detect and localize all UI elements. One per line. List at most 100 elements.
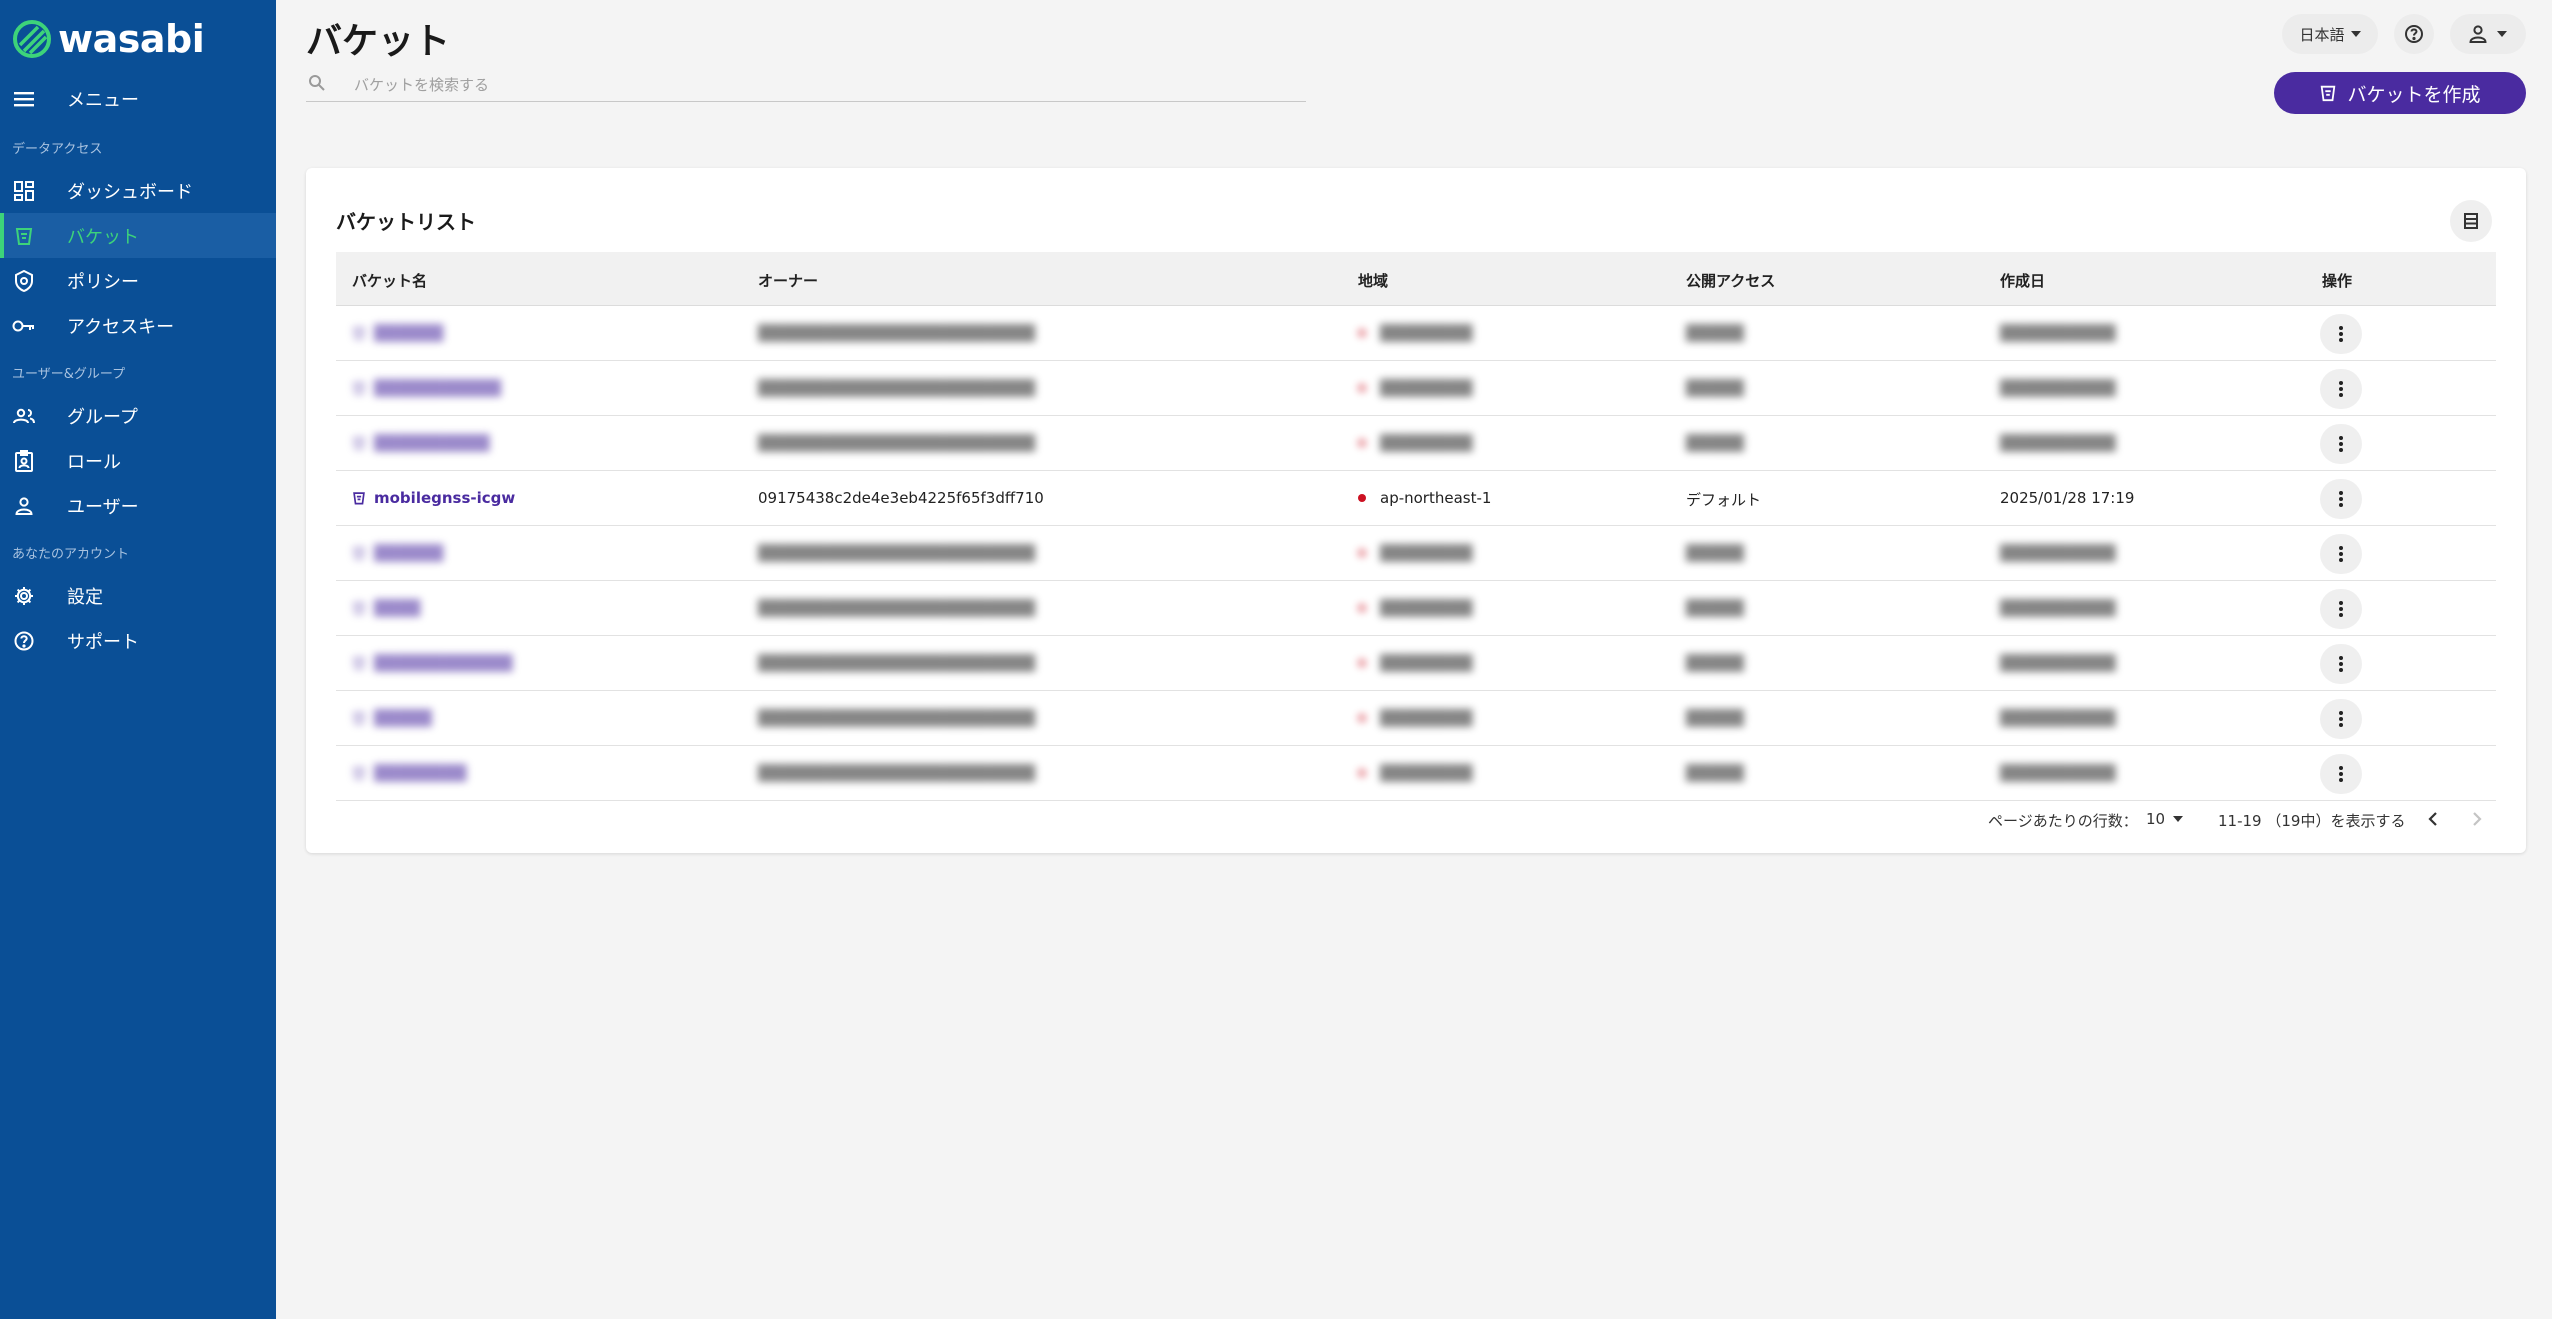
region-cell: ████████ bbox=[1358, 654, 1472, 672]
column-header-region[interactable]: 地域 bbox=[1358, 270, 1388, 291]
sidebar-item-groups[interactable]: グループ bbox=[0, 393, 276, 438]
more-vertical-icon bbox=[2339, 546, 2343, 562]
wasabi-logo[interactable]: wasabi bbox=[12, 16, 205, 62]
sidebar-item-support[interactable]: サポート bbox=[0, 618, 276, 663]
region-name: ████████ bbox=[1380, 544, 1473, 562]
region-flag-dot bbox=[1358, 329, 1366, 337]
more-vertical-icon bbox=[2339, 656, 2343, 672]
previous-page-button[interactable] bbox=[2418, 804, 2448, 834]
bucket-name: ██████████ bbox=[374, 434, 490, 452]
column-header-name[interactable]: バケット名 bbox=[352, 270, 427, 291]
owner-id: ████████████████████████ bbox=[758, 324, 1035, 342]
column-settings-button[interactable] bbox=[2450, 200, 2492, 242]
sidebar-item-buckets[interactable]: バケット bbox=[0, 213, 276, 258]
sidebar-item-settings[interactable]: 設定 bbox=[0, 573, 276, 618]
bucket-name-link[interactable]: mobilegnss-icgw bbox=[352, 489, 515, 507]
table-row: ████████████████████████████████████████… bbox=[336, 746, 2496, 801]
bucket-name-link[interactable]: ████ bbox=[352, 599, 420, 617]
created-date: ██████████ bbox=[2000, 709, 2116, 727]
bucket-name-link[interactable]: ██████ bbox=[352, 324, 443, 342]
owner-id: ████████████████████████ bbox=[758, 764, 1035, 782]
created-date: ██████████ bbox=[2000, 324, 2116, 342]
group-icon bbox=[12, 404, 36, 428]
public-access: █████ bbox=[1686, 434, 1744, 452]
public-access: █████ bbox=[1686, 599, 1744, 617]
bucket-name-link[interactable]: ██████████ bbox=[352, 434, 489, 452]
section-users-groups: ユーザー&グループ bbox=[12, 367, 126, 382]
row-actions-button[interactable] bbox=[2320, 644, 2362, 684]
created-date: ██████████ bbox=[2000, 654, 2116, 672]
bucket-icon bbox=[12, 224, 36, 248]
table-row: ████████████████████████████████████████… bbox=[336, 306, 2496, 361]
table-body: ██████ ████████████████████████ ████████ ██… bbox=[336, 306, 2496, 801]
table-row: ████████████████████████████████████████… bbox=[336, 581, 2496, 636]
role-badge-icon bbox=[12, 449, 36, 473]
bucket-name-link[interactable]: ██████ bbox=[352, 544, 443, 562]
row-actions-button[interactable] bbox=[2320, 699, 2362, 739]
user-icon bbox=[12, 494, 36, 518]
row-actions-button[interactable] bbox=[2320, 589, 2362, 629]
help-button[interactable] bbox=[2394, 14, 2434, 54]
row-actions-button[interactable] bbox=[2320, 424, 2362, 464]
table-row: ████████████████████████████████████████… bbox=[336, 636, 2496, 691]
create-bucket-button[interactable]: バケットを作成 bbox=[2274, 72, 2526, 114]
language-selector[interactable]: 日本語 bbox=[2282, 14, 2378, 54]
region-name: ████████ bbox=[1380, 379, 1473, 397]
bucket-name: ████ bbox=[374, 599, 421, 617]
bucket-list-card: バケットリスト バケット名 オーナー 地域 公開アクセス 作成日 操作 ████… bbox=[306, 168, 2526, 853]
bucket-icon bbox=[352, 380, 366, 396]
column-header-owner[interactable]: オーナー bbox=[758, 270, 818, 291]
sidebar-item-dashboard[interactable]: ダッシュボード bbox=[0, 168, 276, 213]
bucket-icon bbox=[352, 545, 366, 561]
bucket-icon bbox=[352, 435, 366, 451]
column-header-public-access[interactable]: 公開アクセス bbox=[1686, 270, 1775, 291]
owner-id: 09175438c2de4e3eb4225f65f3dff710 bbox=[758, 489, 1044, 507]
menu-toggle[interactable]: メニュー bbox=[0, 76, 276, 121]
region-flag-dot bbox=[1358, 769, 1366, 777]
column-header-created[interactable]: 作成日 bbox=[2000, 270, 2045, 291]
row-actions-button[interactable] bbox=[2320, 314, 2362, 354]
search-input[interactable] bbox=[354, 72, 1294, 98]
bucket-name-link[interactable]: ███████████ bbox=[352, 379, 501, 397]
account-menu-button[interactable] bbox=[2450, 14, 2526, 54]
sidebar-item-label: アクセスキー bbox=[67, 316, 175, 338]
row-actions-button[interactable] bbox=[2320, 754, 2362, 794]
sidebar-item-access-keys[interactable]: アクセスキー bbox=[0, 303, 276, 348]
row-actions-button[interactable] bbox=[2320, 369, 2362, 409]
rows-per-page-value: 10 bbox=[2146, 810, 2166, 828]
chevron-left-icon bbox=[2428, 812, 2437, 826]
column-list-icon bbox=[2464, 213, 2478, 229]
region-flag-dot bbox=[1358, 714, 1366, 722]
row-actions-button[interactable] bbox=[2320, 534, 2362, 574]
key-icon bbox=[12, 314, 36, 338]
logo-text: wasabi bbox=[58, 17, 205, 61]
region-name: ████████ bbox=[1380, 764, 1473, 782]
chevron-right-icon bbox=[2473, 812, 2482, 826]
rows-per-page-select[interactable]: 10 bbox=[2146, 810, 2184, 828]
region-flag-dot bbox=[1358, 439, 1366, 447]
bucket-icon bbox=[352, 490, 366, 506]
region-cell: ████████ bbox=[1358, 599, 1472, 617]
created-date: ██████████ bbox=[2000, 599, 2116, 617]
created-date: ██████████ bbox=[2000, 379, 2116, 397]
bucket-name: mobilegnss-icgw bbox=[374, 489, 516, 507]
bucket-icon bbox=[352, 600, 366, 616]
sidebar-item-users[interactable]: ユーザー bbox=[0, 483, 276, 528]
shield-icon bbox=[12, 269, 36, 293]
more-vertical-icon bbox=[2339, 381, 2343, 397]
public-access: █████ bbox=[1686, 379, 1744, 397]
sidebar-item-roles[interactable]: ロール bbox=[0, 438, 276, 483]
created-date: ██████████ bbox=[2000, 764, 2116, 782]
public-access: █████ bbox=[1686, 764, 1744, 782]
dashboard-icon bbox=[12, 179, 36, 203]
table-row: ████████████████████████████████████████… bbox=[336, 526, 2496, 581]
bucket-name-link[interactable]: ████████ bbox=[352, 764, 466, 782]
public-access: █████ bbox=[1686, 544, 1744, 562]
public-access: █████ bbox=[1686, 709, 1744, 727]
bucket-name: █████ bbox=[374, 709, 432, 727]
column-header-actions: 操作 bbox=[2322, 272, 2353, 290]
bucket-name-link[interactable]: ████████████ bbox=[352, 654, 512, 672]
sidebar-item-policies[interactable]: ポリシー bbox=[0, 258, 276, 303]
row-actions-button[interactable] bbox=[2320, 479, 2362, 519]
bucket-name-link[interactable]: █████ bbox=[352, 709, 432, 727]
